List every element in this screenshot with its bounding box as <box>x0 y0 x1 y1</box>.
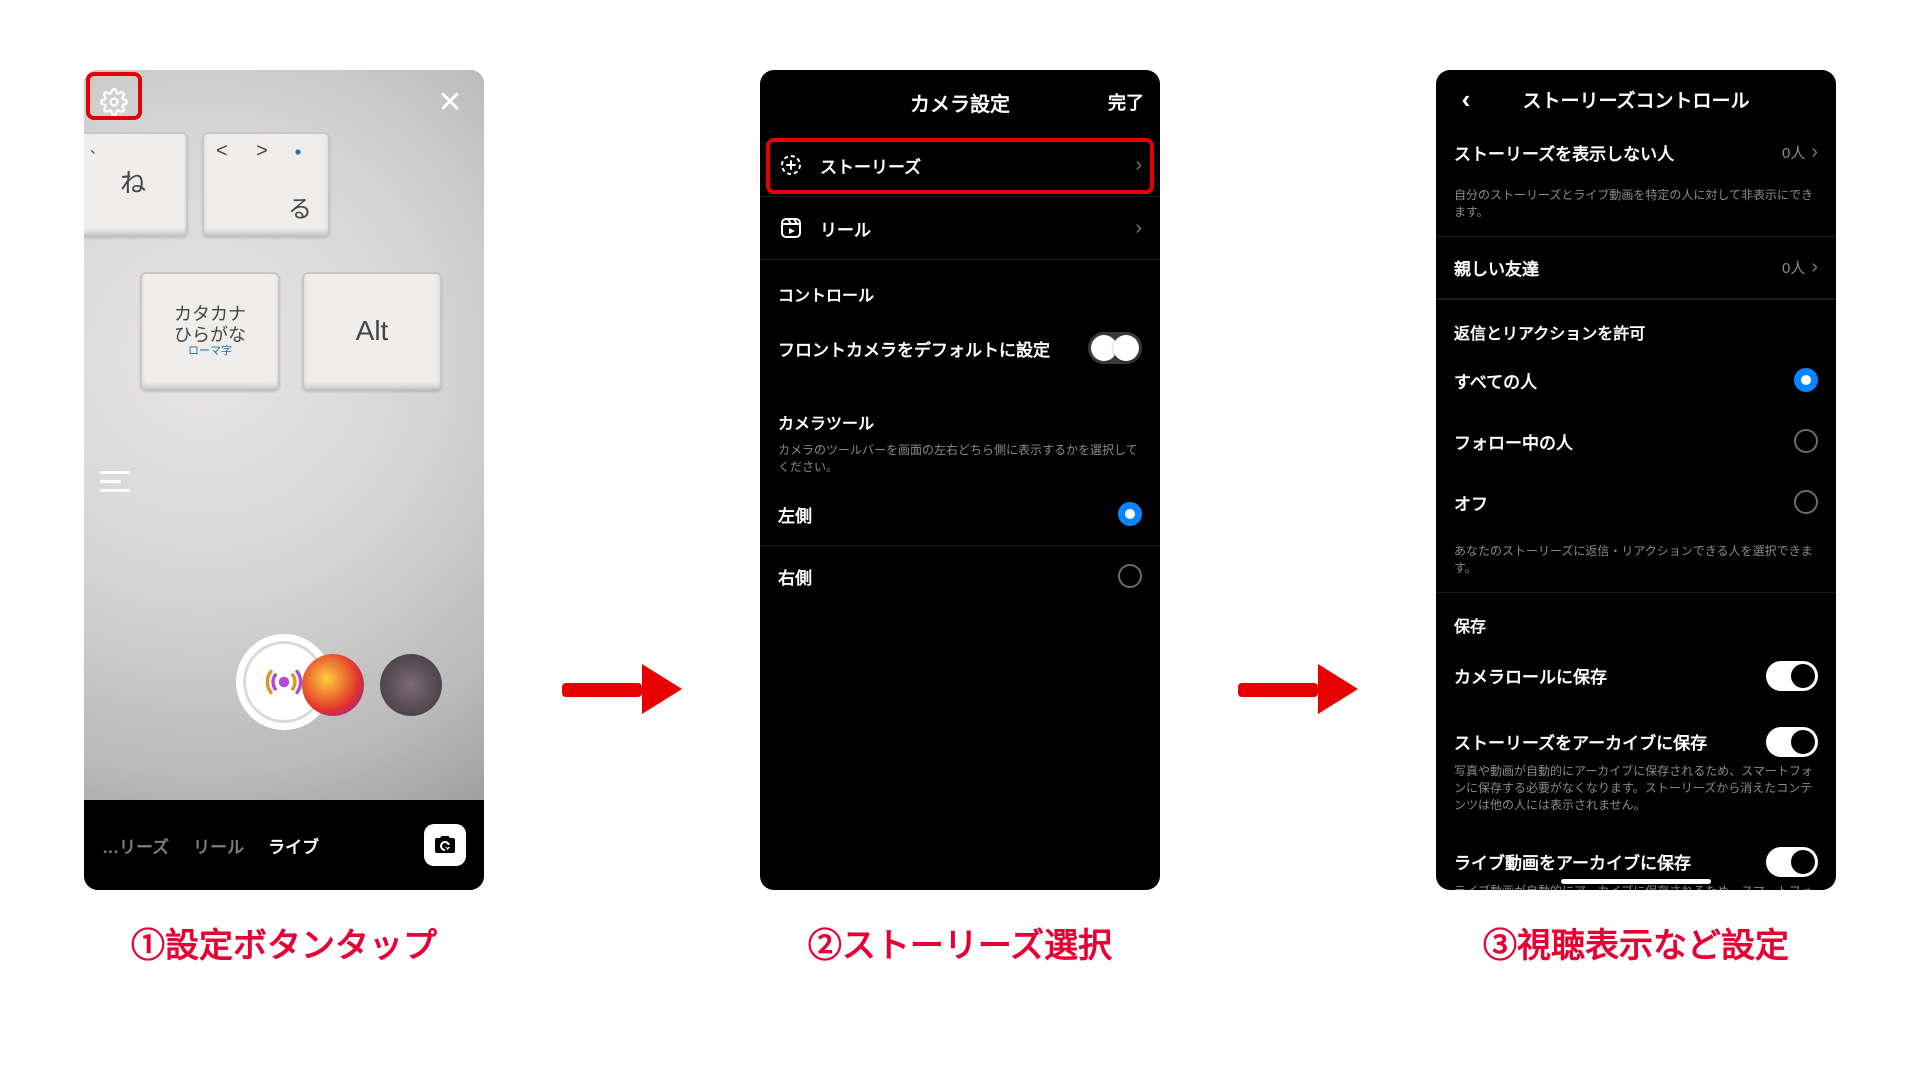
done-button[interactable]: 完了 <box>1108 70 1144 134</box>
back-button[interactable]: ‹ <box>1446 70 1486 128</box>
radio-reply-following[interactable] <box>1794 429 1818 453</box>
section-control: コントロール <box>760 260 1160 314</box>
close-button[interactable]: ✕ <box>428 80 472 124</box>
settings-button[interactable] <box>92 80 136 124</box>
mode-selector: …リーズ リール ライブ <box>84 800 484 890</box>
arrow-icon <box>562 664 682 714</box>
radio-right[interactable] <box>1118 564 1142 588</box>
keycap-alt: Alt <box>302 272 442 390</box>
flip-camera-button[interactable] <box>424 824 466 866</box>
row-right-side[interactable]: 右側 <box>760 546 1160 607</box>
count-badge: 0人› <box>1782 141 1818 164</box>
screen-camera-live: 、 ね > ・ る < カタカナ ひらがな ローマ字 Alt <box>84 70 484 890</box>
row-reels[interactable]: リール › <box>760 197 1160 260</box>
row-stories[interactable]: ストーリーズ › <box>760 134 1160 197</box>
count-badge: 0人› <box>1782 256 1818 279</box>
row-save-live-archive[interactable]: ライブ動画をアーカイブに保存 <box>1436 829 1836 883</box>
radio-left[interactable] <box>1118 502 1142 526</box>
tools-menu-icon[interactable] <box>100 465 130 498</box>
chevron-right-icon: › <box>1811 141 1818 164</box>
home-indicator <box>1561 879 1711 884</box>
row-save-camera-roll[interactable]: カメラロールに保存 <box>1436 643 1836 709</box>
mode-live[interactable]: ライブ <box>268 833 319 858</box>
section-camera-tool-desc: カメラのツールバーを画面の左右どちら側に表示するかを選択してください。 <box>760 442 1160 484</box>
caption-step3: ③視聴表示など設定 <box>1483 918 1789 967</box>
header: カメラ設定 完了 <box>760 70 1160 134</box>
live-icon <box>263 661 305 703</box>
reply-note: あなたのストーリーズに返信・リアクションできる人を選択できます。 <box>1436 533 1836 593</box>
section-save: 保存 <box>1436 593 1836 643</box>
header: ‹ ストーリーズコントロール <box>1436 70 1836 128</box>
chevron-right-icon: › <box>1811 256 1818 279</box>
hide-from-desc: 自分のストーリーズとライブ動画を特定の人に対して非表示にできます。 <box>1436 183 1836 237</box>
row-reply-off[interactable]: オフ <box>1436 472 1836 533</box>
toggle-save-camera-roll[interactable] <box>1766 661 1818 691</box>
row-reply-following[interactable]: フォロー中の人 <box>1436 411 1836 472</box>
page-title: ストーリーズコントロール <box>1522 86 1749 113</box>
caption-step1: ①設定ボタンタップ <box>131 918 437 967</box>
flip-camera-icon <box>433 833 457 857</box>
filter-thumbnail[interactable] <box>380 654 442 716</box>
keycap: > ・ る < <box>202 132 330 236</box>
chevron-right-icon: › <box>1135 217 1142 240</box>
reels-icon <box>778 215 804 241</box>
caption-step2: ②ストーリーズ選択 <box>808 918 1112 967</box>
toggle-front-camera[interactable] <box>1088 332 1142 364</box>
stories-icon <box>778 152 804 178</box>
row-close-friends[interactable]: 親しい友達 0人› <box>1436 237 1836 299</box>
chevron-right-icon: › <box>1135 154 1142 177</box>
screen-stories-control: ‹ ストーリーズコントロール ストーリーズを表示しない人 0人› 自分のストーリ… <box>1436 70 1836 890</box>
section-reply: 返信とリアクションを許可 <box>1436 299 1836 350</box>
mode-reels[interactable]: リール <box>193 833 244 858</box>
page-title: カメラ設定 <box>910 88 1010 117</box>
row-left-side[interactable]: 左側 <box>760 484 1160 546</box>
section-camera-tool: カメラツール <box>760 382 1160 442</box>
mode-stories[interactable]: …リーズ <box>102 833 169 858</box>
arrow-icon <box>1238 664 1358 714</box>
keycap-kana: カタカナ ひらがな ローマ字 <box>140 272 280 390</box>
toggle-save-archive[interactable] <box>1766 727 1818 757</box>
radio-reply-all[interactable] <box>1794 368 1818 392</box>
row-reply-all[interactable]: すべての人 <box>1436 350 1836 411</box>
filter-thumbnail[interactable] <box>302 654 364 716</box>
toggle-save-live-archive[interactable] <box>1766 847 1818 877</box>
radio-reply-off[interactable] <box>1794 490 1818 514</box>
row-save-archive[interactable]: ストーリーズをアーカイブに保存 <box>1436 709 1836 763</box>
keycap: 、 ね <box>84 132 188 236</box>
save-archive-desc: 写真や動画が自動的にアーカイブに保存されるため、スマートフォンに保存する必要がな… <box>1436 763 1836 829</box>
screen-camera-settings: カメラ設定 完了 ストーリーズ › <box>760 70 1160 890</box>
row-front-camera-default[interactable]: フロントカメラをデフォルトに設定 <box>760 314 1160 382</box>
row-hide-from[interactable]: ストーリーズを表示しない人 0人› <box>1436 128 1836 183</box>
